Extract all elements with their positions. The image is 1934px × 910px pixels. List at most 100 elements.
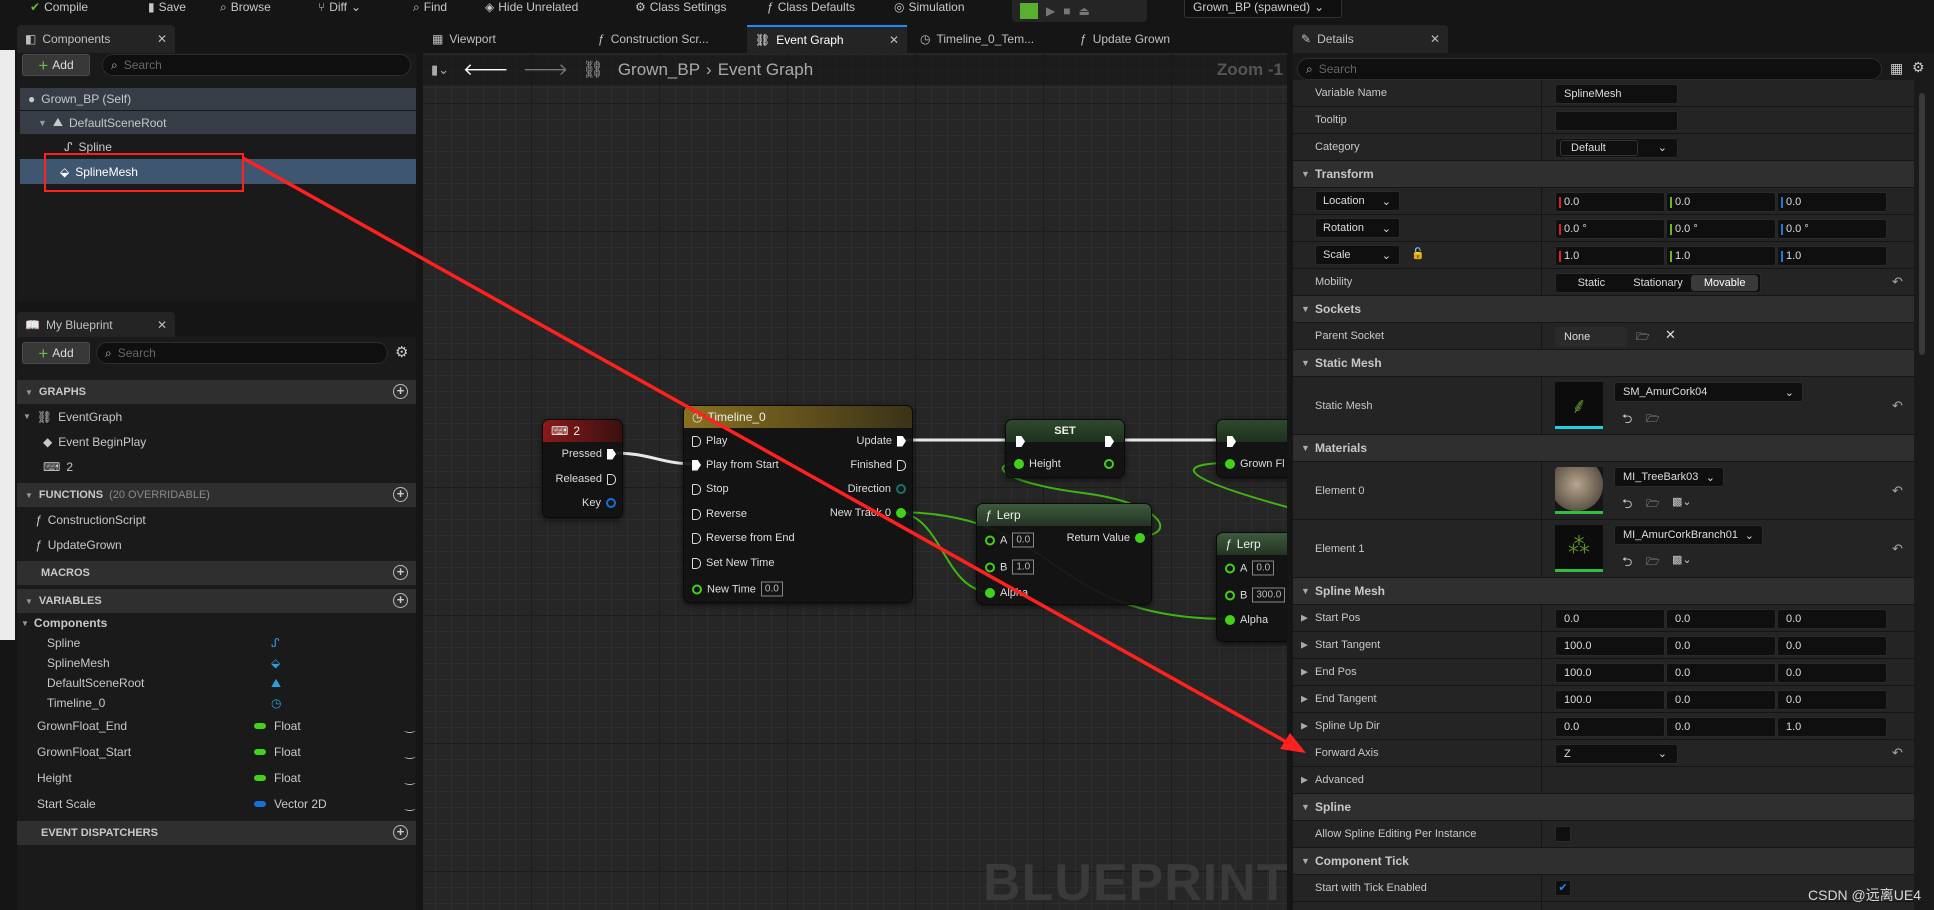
vector-component-input[interactable]: 0.0 <box>1666 689 1776 710</box>
pin-play[interactable]: Play <box>692 435 727 447</box>
combo-box[interactable]: Default ⌄ <box>1555 137 1678 158</box>
details-scrollbar[interactable] <box>1917 93 1927 910</box>
text-input[interactable] <box>1555 110 1678 131</box>
tree-item-self[interactable]: ● Grown_BP (Self) <box>20 88 416 110</box>
section-header[interactable]: ▼ FUNCTIONS (20 OVERRIDABLE) + <box>17 483 416 507</box>
asset-picker-combo[interactable]: SM_AmurCork04 ⌄ <box>1614 382 1803 402</box>
mobility-option-stationary[interactable]: Stationary <box>1625 275 1692 291</box>
list-item-graph[interactable]: ◆ Event BeginPlay <box>17 429 416 454</box>
tab-my-blueprint[interactable]: 📖 My Blueprint ✕ <box>17 312 175 337</box>
event-graph-canvas[interactable]: ▮⌄ 🡐 🡒 ⛓ Grown_BP › Event Graph Zoom -1 ⌨ 2… <box>423 53 1287 910</box>
browse-asset-icon[interactable]: 🗁 <box>1646 495 1660 514</box>
tab-event-graph[interactable]: ⛓ Event Graph ✕ <box>747 25 907 53</box>
transform-mode-dropdown[interactable]: Rotation ⌄ <box>1315 218 1400 238</box>
transform-mode-dropdown[interactable]: Location ⌄ <box>1315 191 1400 211</box>
pin-return-value[interactable]: Return Value <box>1067 532 1145 544</box>
class-defaults-button[interactable]: ƒ Class Defaults <box>767 0 855 18</box>
collapse-arrow-icon[interactable]: ▼ <box>1301 169 1310 179</box>
list-item-variable[interactable]: Start Scale Vector 2D ‿ <box>17 791 416 817</box>
property-row-spline-mesh[interactable]: ▼ Spline Mesh <box>1293 578 1914 605</box>
pin-a[interactable]: A 0.0 <box>985 532 1035 548</box>
collapse-arrow-icon[interactable]: ▼ <box>25 597 33 606</box>
vector-component-input[interactable]: 1.0 <box>1666 245 1776 266</box>
list-item-variable[interactable]: Height Float ‿ <box>17 765 416 791</box>
expand-arrow-icon[interactable]: ▶ <box>1301 721 1308 732</box>
add-circle-icon[interactable]: + <box>393 565 408 580</box>
pin-new-track[interactable]: New Track 0 <box>830 507 906 519</box>
unlock-icon[interactable]: 🔓 <box>1411 247 1425 260</box>
collapse-arrow-icon[interactable]: ▼ <box>23 412 31 421</box>
close-icon[interactable]: ✕ <box>157 32 167 46</box>
lerp-node[interactable]: ƒ Lerp A 0.0 B 300.0 Alpha <box>1216 532 1287 642</box>
pin-default-value[interactable]: 0.0 <box>1252 560 1275 576</box>
add-component-button[interactable]: + Add <box>22 54 90 76</box>
tab-viewport[interactable]: ▦ Viewport <box>424 25 504 53</box>
details-search-input[interactable]: ⌕ Search <box>1297 58 1882 80</box>
use-selected-icon[interactable]: ⮌ <box>1622 410 1632 432</box>
expand-arrow-icon[interactable]: ▶ <box>1301 694 1308 705</box>
vector-component-input[interactable]: 100.0 <box>1555 689 1665 710</box>
browse-asset-icon[interactable]: 🗁 <box>1646 410 1660 429</box>
vector-component-input[interactable]: 0.0 ° <box>1555 218 1665 239</box>
key-event-node[interactable]: ⌨ 2 Pressed Released Key <box>542 419 623 518</box>
section-header[interactable]: ▼ GRAPHS + <box>17 380 416 404</box>
vector-component-input[interactable]: 0.0 <box>1777 662 1887 683</box>
mobility-option-movable[interactable]: Movable <box>1691 274 1759 291</box>
visibility-eye-icon[interactable]: ‿ <box>405 745 415 759</box>
section-header[interactable]: EVENT DISPATCHERS + <box>17 821 416 845</box>
vector-component-input[interactable]: 0.0 <box>1666 191 1776 212</box>
vector-component-input[interactable]: 0.0 <box>1666 716 1776 737</box>
set-height-node[interactable]: SET Height <box>1005 419 1125 478</box>
transform-mode-dropdown[interactable]: Scale ⌄ <box>1315 245 1400 265</box>
browse-asset-icon[interactable]: 🗁 <box>1646 553 1660 572</box>
pin-default-value[interactable]: 300.0 <box>1252 587 1286 603</box>
vector-component-input[interactable]: 0.0 <box>1555 191 1665 212</box>
collapse-arrow-icon[interactable]: ▼ <box>25 491 33 500</box>
reset-to-default-icon[interactable]: ↶ <box>1892 483 1903 499</box>
compile-button[interactable]: ✔ Compile <box>30 0 88 18</box>
pin-direction[interactable]: Direction <box>848 483 906 495</box>
property-row-transform[interactable]: ▼ Transform <box>1293 161 1914 188</box>
pin-alpha[interactable]: Alpha <box>985 587 1028 599</box>
float-out-pin-icon[interactable] <box>1104 459 1114 469</box>
socket-value[interactable]: None <box>1555 326 1627 347</box>
text-input[interactable]: SplineMesh <box>1555 83 1678 104</box>
list-item-graph[interactable]: ⌨ 2 <box>17 454 416 479</box>
timeline-node[interactable]: ◷ Timeline_0 Play Play from Start Stop Re… <box>683 405 913 603</box>
simulation-button[interactable]: ◎ Simulation <box>894 0 965 18</box>
collapse-arrow-icon[interactable]: ▼ <box>1301 856 1310 866</box>
list-item-component-variable[interactable]: DefaultSceneRoot ⛰ <box>17 673 416 693</box>
clear-icon[interactable]: ✕ <box>1665 327 1676 343</box>
pin-set-new-time[interactable]: Set New Time <box>692 557 774 569</box>
reset-to-default-icon[interactable]: ↶ <box>1892 541 1903 557</box>
vector-component-input[interactable]: 0.0 <box>1555 716 1665 737</box>
pin-default-value[interactable]: 0.0 <box>1012 532 1035 548</box>
visibility-eye-icon[interactable]: ‿ <box>405 797 415 811</box>
vector-component-input[interactable]: 0.0 <box>1666 608 1776 629</box>
list-item-component-variable[interactable]: Spline ᔑ <box>17 633 416 653</box>
expand-arrow-icon[interactable]: ▶ <box>1301 775 1308 786</box>
pin-stop[interactable]: Stop <box>692 483 729 495</box>
browse-socket-icon[interactable]: 🗁 <box>1636 328 1650 347</box>
property-row-spline[interactable]: ▼ Spline <box>1293 794 1914 821</box>
section-header[interactable]: ▼ VARIABLES + <box>17 589 416 613</box>
property-matrix-icon[interactable]: ▦ <box>1890 60 1903 77</box>
eject-icon[interactable]: ⏏ <box>1078 4 1089 18</box>
pin-b[interactable]: B 1.0 <box>985 559 1035 575</box>
set-grown-float-node[interactable]: Grown Fl <box>1216 419 1287 478</box>
use-selected-icon[interactable]: ⮌ <box>1622 495 1632 517</box>
vector-component-input[interactable]: 1.0 <box>1555 245 1665 266</box>
list-item-function[interactable]: ƒ ConstructionScript <box>17 507 416 532</box>
pin-reverse-from-end[interactable]: Reverse from End <box>692 532 795 544</box>
section-header[interactable]: MACROS + <box>17 561 416 585</box>
close-icon[interactable]: ✕ <box>157 318 167 332</box>
reset-to-default-icon[interactable]: ↶ <box>1892 745 1903 761</box>
checkbox[interactable] <box>1555 826 1571 842</box>
list-item-variable[interactable]: GrownFloat_End Float ‿ <box>17 713 416 739</box>
reset-to-default-icon[interactable]: ↶ <box>1892 398 1903 414</box>
pin-default-value[interactable]: 0.0 <box>760 581 783 597</box>
visibility-eye-icon[interactable]: ‿ <box>405 771 415 785</box>
collapse-arrow-icon[interactable]: ▼ <box>1301 586 1310 596</box>
browse-button[interactable]: ⌕ Browse <box>220 0 271 18</box>
tab-update-grown[interactable]: ƒ Update Grown <box>1072 25 1178 53</box>
